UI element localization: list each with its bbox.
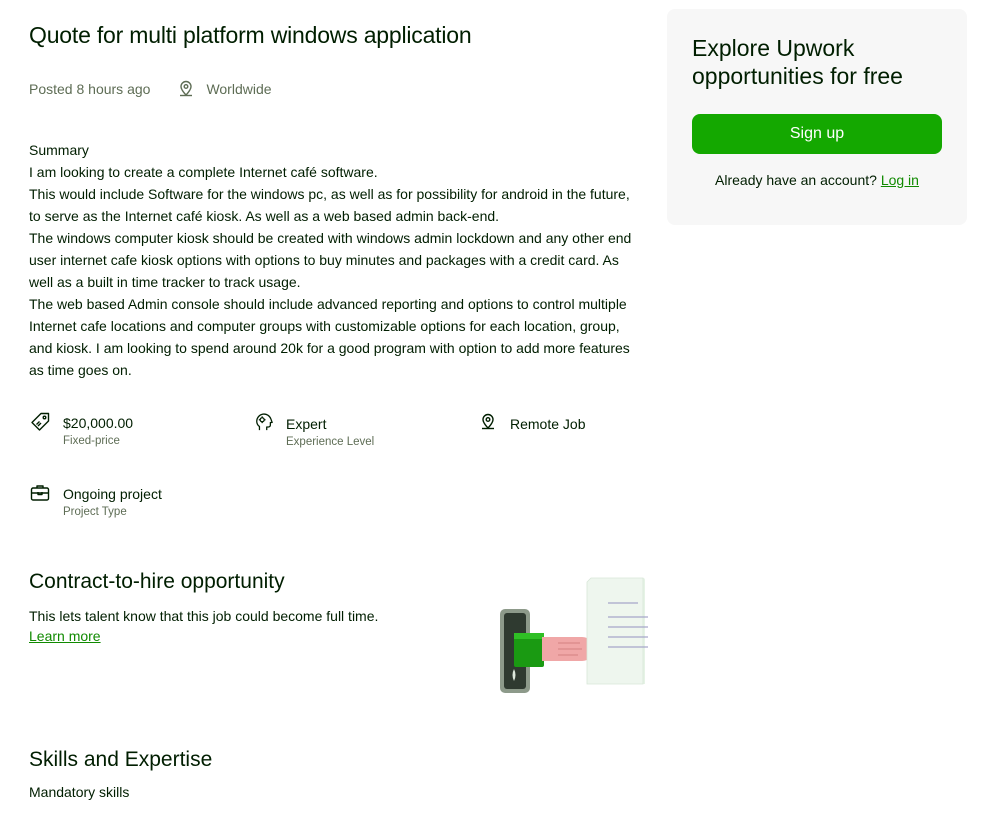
contract-text: This lets talent know that this job coul… — [29, 606, 378, 646]
feature-price: $20,000.00 Fixed-price — [29, 412, 134, 450]
level-label: Experience Level — [286, 436, 375, 448]
price-value: $20,000.00 — [63, 415, 134, 431]
mandatory-skills-label: Mandatory skills — [29, 784, 130, 800]
feature-remote: Remote Job — [478, 413, 586, 433]
skills-heading: Skills and Expertise — [29, 748, 213, 771]
remote-value: Remote Job — [510, 416, 586, 432]
summary-paragraph: The web based Admin console should inclu… — [29, 296, 630, 378]
feature-level: Expert Experience Level — [254, 413, 375, 451]
posted-label: Posted — [29, 81, 73, 97]
login-prompt-text: Already have an account? — [715, 172, 877, 188]
contract-heading: Contract-to-hire opportunity — [29, 570, 285, 593]
learn-more-link[interactable]: Learn more — [29, 628, 101, 644]
contract-illustration — [498, 577, 656, 700]
location-text: Worldwide — [206, 81, 272, 97]
location-pin-icon — [180, 80, 193, 97]
location-pin-icon — [482, 413, 494, 430]
signup-button[interactable]: Sign up — [692, 114, 942, 154]
level-value: Expert — [286, 416, 327, 432]
job-title: Quote for multi platform windows applica… — [29, 22, 472, 48]
project-type-label: Project Type — [63, 506, 127, 518]
login-prompt: Already have an account? Log in — [667, 172, 967, 188]
price-type: Fixed-price — [63, 435, 120, 447]
expert-head-icon — [256, 413, 273, 431]
project-value: Ongoing project — [63, 486, 162, 502]
price-tag-icon — [31, 412, 50, 431]
contract-description: This lets talent know that this job coul… — [29, 608, 379, 624]
summary-label: Summary — [29, 142, 89, 158]
summary-paragraph: The windows computer kiosk should be cre… — [29, 230, 632, 290]
summary-paragraph: This would include Software for the wind… — [29, 186, 630, 224]
feature-project-type: Ongoing project Project Type — [29, 485, 162, 521]
summary-text: I am looking to create a complete Intern… — [29, 161, 644, 381]
contract-illustration-icon — [500, 577, 656, 693]
summary-paragraph: I am looking to create a complete Intern… — [29, 164, 378, 180]
job-location: Worldwide — [176, 79, 272, 99]
job-meta: Posted 8 hours ago Worldwide — [29, 79, 272, 99]
signup-card-title: Explore Upwork opportunities for free — [692, 35, 903, 89]
briefcase-icon — [30, 485, 50, 501]
login-link[interactable]: Log in — [881, 172, 919, 188]
signup-card: Explore Upwork opportunities for free Si… — [667, 9, 967, 225]
posted-time: 8 hours ago — [76, 81, 151, 97]
